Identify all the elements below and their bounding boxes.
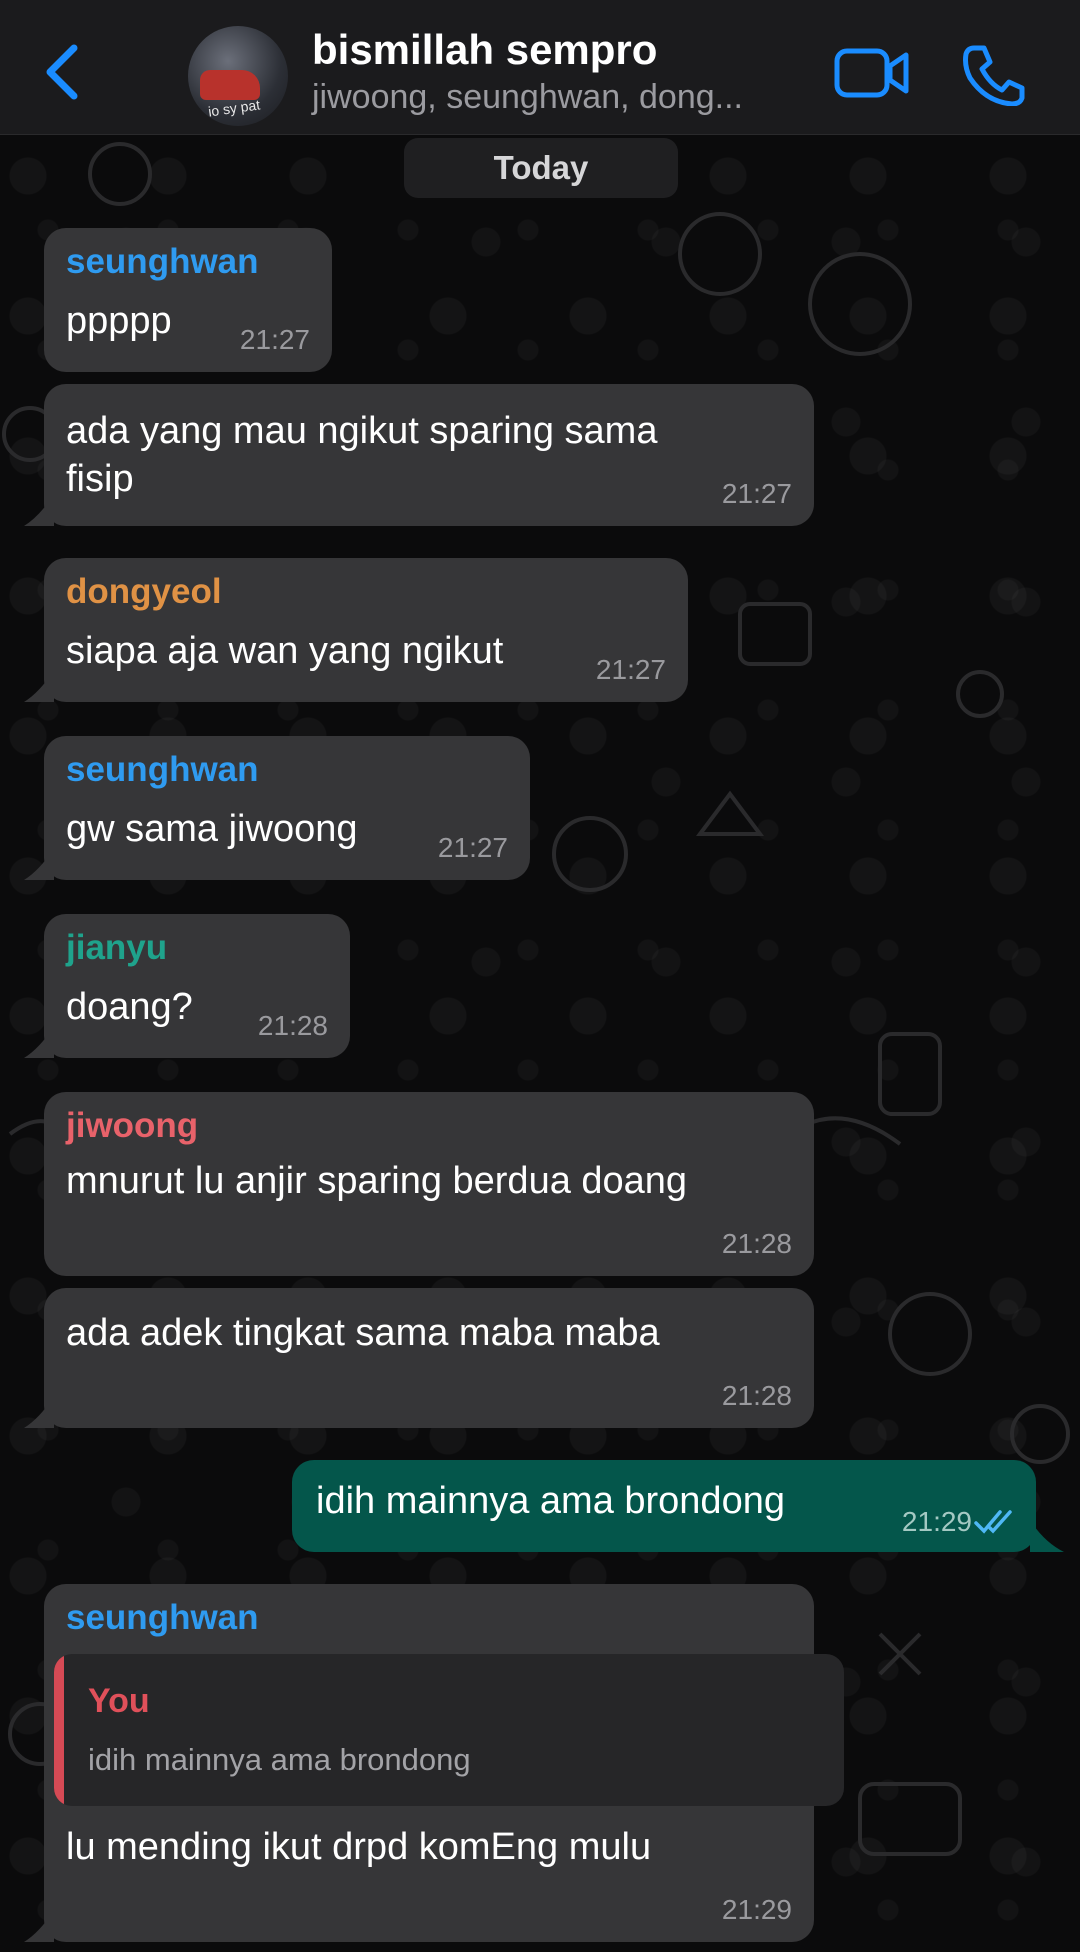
back-button[interactable]: [40, 40, 86, 104]
group-avatar[interactable]: io sy pat: [188, 26, 288, 126]
video-call-button[interactable]: [834, 46, 910, 100]
message-bubble[interactable]: dongyeol siapa aja wan yang ngikut 21:27: [44, 558, 688, 702]
message-time: 21:28: [721, 1380, 792, 1411]
chevron-left-icon: [46, 44, 78, 100]
sender-name[interactable]: jiwoong: [66, 1106, 198, 1146]
message-bubble[interactable]: ada yang mau ngikut sparing sama fisip 2…: [44, 384, 814, 526]
sender-name[interactable]: dongyeol: [66, 572, 222, 612]
message-bubble[interactable]: seunghwan ppppp 21:27: [44, 228, 332, 372]
bubble-tail: [24, 848, 54, 880]
message-text: idih mainnya ama brondong: [316, 1480, 785, 1522]
sender-name[interactable]: seunghwan: [66, 1598, 259, 1638]
date-divider: Today: [404, 138, 678, 198]
message-time: 21:28: [721, 1228, 792, 1259]
quoted-sender: You: [88, 1682, 150, 1720]
chat-participants[interactable]: jiwoong, seunghwan, dong...: [312, 78, 743, 117]
reply-message-bubble[interactable]: seunghwan You idih mainnya ama brondong …: [44, 1584, 844, 1942]
bubble-tail: [1030, 1520, 1064, 1552]
bubble-tail: [24, 494, 54, 526]
chat-title[interactable]: bismillah sempro: [312, 26, 657, 74]
sender-name[interactable]: seunghwan: [66, 242, 259, 282]
bubble-tail: [24, 1396, 54, 1428]
chat-header: io sy pat bismillah sempro jiwoong, seun…: [0, 0, 1080, 135]
quoted-message[interactable]: You idih mainnya ama brondong: [54, 1654, 844, 1806]
message-text: ppppp: [66, 300, 172, 342]
message-time: 21:27: [239, 324, 310, 355]
message-text: mnurut lu anjir sparing berdua doang: [66, 1160, 688, 1202]
quote-accent-bar: [54, 1654, 64, 1806]
message-bubble[interactable]: jianyu doang? 21:28: [44, 914, 350, 1058]
message-text-line-1: ada yang mau ngikut sparing sama: [66, 410, 658, 452]
quoted-text: idih mainnya ama brondong: [88, 1742, 471, 1777]
message-time: 21:27: [437, 832, 508, 863]
avatar-car-image: [200, 70, 260, 100]
message-time: 21:28: [257, 1010, 328, 1041]
message-text: siapa aja wan yang ngikut: [66, 630, 504, 672]
message-bubble[interactable]: seunghwan gw sama jiwoong 21:27: [44, 736, 530, 880]
bubble-tail: [24, 670, 54, 702]
message-bubble[interactable]: ada adek tingkat sama maba maba 21:28: [44, 1288, 814, 1428]
message-text: doang?: [66, 986, 193, 1028]
message-text-line-2: fisip: [66, 458, 134, 500]
phone-icon: [963, 45, 1025, 107]
sender-name[interactable]: seunghwan: [66, 750, 259, 790]
message-text: gw sama jiwoong: [66, 808, 358, 850]
voice-call-button[interactable]: [960, 44, 1026, 107]
bubble-tail: [24, 1026, 54, 1058]
bubble-tail: [24, 1910, 54, 1942]
sender-name[interactable]: jianyu: [66, 928, 167, 968]
message-bubble[interactable]: jiwoong mnurut lu anjir sparing berdua d…: [44, 1092, 814, 1276]
message-text: lu mending ikut drpd komEng mulu: [66, 1826, 652, 1868]
message-time: 21:29: [901, 1506, 972, 1537]
double-check-icon: [974, 1510, 1012, 1534]
video-camera-icon: [834, 48, 909, 98]
outgoing-message-bubble[interactable]: idih mainnya ama brondong 21:29: [292, 1460, 1036, 1552]
message-time: 21:29: [721, 1894, 792, 1925]
message-time: 21:27: [721, 478, 792, 509]
message-time: 21:27: [595, 654, 666, 685]
message-text: ada adek tingkat sama maba maba: [66, 1312, 660, 1354]
